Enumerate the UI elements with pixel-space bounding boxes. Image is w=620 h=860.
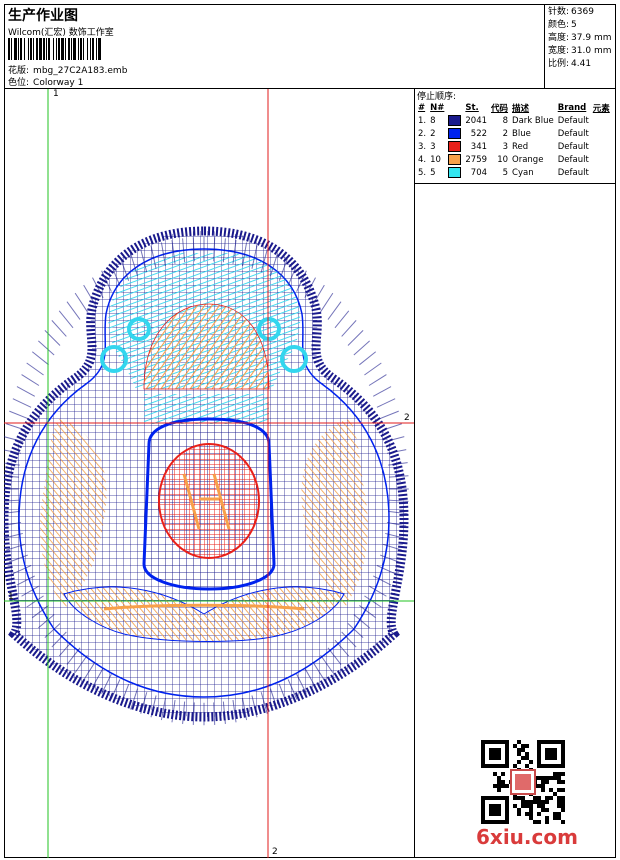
stop-needle: 2	[430, 128, 436, 139]
stat-stitches: 针数: 6369	[548, 6, 613, 19]
header: 生产作业图 Wilcom(汇宏) 数饰工作室 花版: mbg_27C2A183.e…	[4, 4, 616, 89]
qr-code-image	[481, 740, 565, 824]
stop-stitches: 704	[470, 167, 488, 178]
stop-idx: 3.	[418, 141, 427, 152]
stop-element	[591, 127, 612, 140]
stop-element	[591, 140, 612, 153]
stat-label: 针数:	[548, 7, 570, 17]
table-row: 5. 5 704 5 Cyan Default	[416, 166, 612, 179]
guide-label-h1: 1	[8, 592, 14, 602]
stop-idx: 4.	[418, 154, 427, 165]
stop-stitches: 2041	[465, 115, 488, 126]
stat-label: 颜色:	[548, 20, 570, 30]
table-row: 2. 2 522 2 Blue Default	[416, 127, 612, 140]
col-st: St.	[465, 102, 479, 113]
stop-idx: 5.	[418, 167, 427, 178]
stat-label: 高度:	[548, 33, 570, 43]
stop-description: Blue	[512, 128, 531, 139]
stop-element	[591, 114, 612, 127]
stat-colors: 颜色: 5	[548, 19, 613, 32]
color-swatch-icon	[448, 115, 462, 126]
color-swatch	[446, 153, 463, 166]
color-swatch	[446, 166, 463, 179]
color-swatch-icon	[448, 154, 462, 165]
embroidery-preview	[4, 89, 414, 858]
guide-label-h2: 2	[404, 413, 410, 423]
guide-label-v2: 2	[272, 847, 278, 857]
colorway-row: 色位: Colorway 1	[8, 75, 83, 88]
color-swatch	[446, 114, 463, 127]
stop-needle: 5	[430, 167, 436, 178]
stat-width: 宽度: 31.0 mm	[548, 45, 613, 58]
design-stats: 针数: 6369 颜色: 5 高度: 37.9 mm 宽度: 31.0 mm 比例: 4.…	[545, 4, 616, 88]
stop-needle: 8	[430, 115, 436, 126]
stop-element	[591, 166, 612, 179]
stat-value: 31.0 mm	[571, 46, 612, 56]
header-info: 生产作业图 Wilcom(汇宏) 数饰工作室 花版: mbg_27C2A183.e…	[4, 4, 545, 88]
colorway-label: 色位:	[8, 78, 30, 88]
stop-brand: Default	[557, 115, 589, 126]
stop-code: 3	[502, 141, 509, 152]
stop-needle: 3	[430, 141, 436, 152]
col-swatch	[446, 101, 463, 114]
stop-description: Orange	[512, 154, 544, 165]
stop-code: 10	[497, 154, 509, 165]
stat-height: 高度: 37.9 mm	[548, 32, 613, 45]
col-code: 代码	[491, 103, 509, 114]
design-canvas: 1 2 1 2	[4, 89, 415, 858]
stat-label: 宽度:	[548, 46, 570, 56]
col-desc: 描述	[512, 103, 530, 114]
side-panel: 停止顺序: # N# St. 代码 描述 Brand 元素 1. 8 2041 8 Da…	[415, 89, 616, 858]
barcode	[8, 38, 194, 60]
color-swatch-icon	[448, 141, 462, 152]
stop-idx: 1.	[418, 115, 427, 126]
stat-value: 4.41	[571, 59, 592, 69]
stop-description: Cyan	[512, 167, 534, 178]
stop-code: 8	[502, 115, 509, 126]
color-swatch-icon	[448, 128, 462, 139]
stat-label: 比例:	[548, 59, 570, 69]
color-swatch-icon	[448, 167, 462, 178]
stop-stitches: 2759	[465, 154, 488, 165]
stop-code: 2	[502, 128, 509, 139]
page-title: 生产作业图	[8, 8, 78, 24]
stop-sequence-table: # N# St. 代码 描述 Brand 元素 1. 8 2041 8 Dark Blu…	[416, 101, 612, 179]
stop-brand: Default	[557, 167, 589, 178]
stop-description: Dark Blue	[512, 115, 554, 126]
table-row: 1. 8 2041 8 Dark Blue Default	[416, 114, 612, 127]
stop-stitches: 522	[470, 128, 488, 139]
col-element: 元素	[592, 103, 610, 114]
stop-description: Red	[512, 141, 529, 152]
central-shield	[142, 417, 276, 591]
table-header-row: # N# St. 代码 描述 Brand 元素	[416, 101, 612, 114]
stop-needle: 10	[430, 154, 441, 165]
stop-idx: 2.	[418, 128, 427, 139]
stat-value: 6369	[571, 7, 594, 17]
stop-brand: Default	[557, 141, 589, 152]
stat-value: 37.9 mm	[571, 33, 612, 43]
guide-label-v1: 1	[53, 89, 59, 99]
col-brand: Brand	[557, 102, 587, 113]
stop-sequence-box: 停止顺序: # N# St. 代码 描述 Brand 元素 1. 8 2041 8 Da…	[415, 89, 616, 184]
watermark: 6xiu.com	[476, 825, 578, 849]
stat-value: 5	[571, 20, 577, 30]
stop-brand: Default	[557, 128, 589, 139]
color-swatch	[446, 127, 463, 140]
qr-code	[481, 740, 565, 824]
stop-stitches: 341	[470, 141, 488, 152]
color-swatch	[446, 140, 463, 153]
table-row: 4. 10 2759 10 Orange Default	[416, 153, 612, 166]
company-name: Wilcom(汇宏) 数饰工作室	[8, 28, 114, 38]
stop-element	[591, 153, 612, 166]
table-row: 3. 3 341 3 Red Default	[416, 140, 612, 153]
colorway-value: Colorway 1	[33, 78, 84, 88]
stop-brand: Default	[557, 154, 589, 165]
col-idx: #	[418, 102, 426, 113]
stop-code: 5	[502, 167, 509, 178]
col-n: N#	[430, 102, 445, 113]
stat-scale: 比例: 4.41	[548, 58, 613, 71]
